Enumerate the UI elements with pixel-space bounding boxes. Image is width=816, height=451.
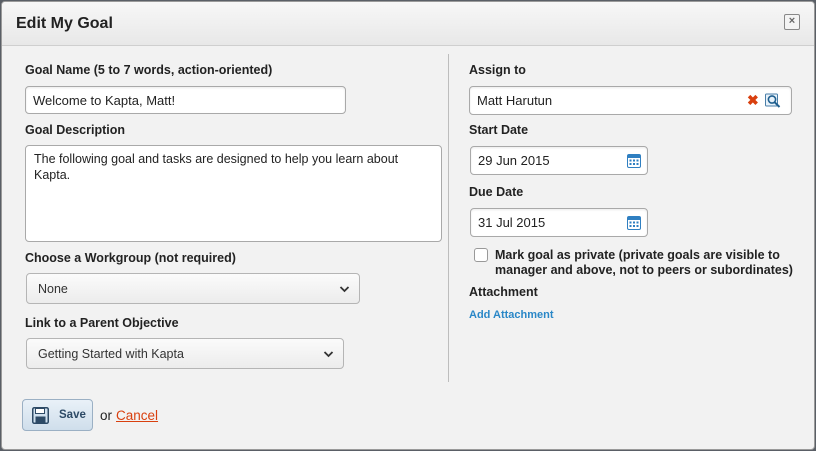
- column-divider: [448, 54, 449, 382]
- start-date-value: 29 Jun 2015: [478, 153, 550, 168]
- workgroup-selected-value: None: [38, 281, 68, 296]
- add-attachment-link[interactable]: Add Attachment: [469, 309, 554, 321]
- due-date-label: Due Date: [469, 185, 524, 199]
- start-date-input[interactable]: 29 Jun 2015: [470, 146, 648, 175]
- due-date-value: 31 Jul 2015: [478, 215, 546, 230]
- edit-goal-dialog: Edit My Goal × Goal Name (5 to 7 words, …: [1, 1, 815, 450]
- lookup-search-icon[interactable]: [765, 93, 782, 109]
- or-text: or: [100, 408, 113, 423]
- attachment-label: Attachment: [469, 285, 538, 299]
- goal-description-label: Goal Description: [25, 123, 126, 137]
- clear-x-icon[interactable]: ✖: [747, 92, 759, 109]
- workgroup-select[interactable]: None: [26, 273, 360, 304]
- close-icon[interactable]: ×: [784, 14, 800, 30]
- start-date-label: Start Date: [469, 123, 529, 137]
- goal-description-value: The following goal and tasks are designe…: [34, 152, 399, 182]
- goal-name-value: Welcome to Kapta, Matt!: [33, 92, 176, 108]
- private-goal-label: Mark goal as private (private goals are …: [495, 248, 793, 277]
- parent-objective-label: Link to a Parent Objective: [25, 316, 179, 330]
- due-date-input[interactable]: 31 Jul 2015: [470, 208, 648, 237]
- cancel-link[interactable]: Cancel: [116, 408, 158, 423]
- workgroup-label: Choose a Workgroup (not required): [25, 251, 236, 265]
- parent-objective-selected-value: Getting Started with Kapta: [38, 346, 184, 361]
- calendar-icon[interactable]: [627, 215, 641, 230]
- private-goal-checkbox[interactable]: [474, 248, 488, 262]
- chevron-down-icon: [323, 350, 334, 357]
- assign-to-input[interactable]: Matt Harutun ✖: [469, 86, 792, 115]
- dialog-titlebar: Edit My Goal ×: [2, 2, 814, 46]
- chevron-down-icon: [339, 285, 350, 292]
- assign-to-value: Matt Harutun: [477, 93, 553, 108]
- parent-objective-select[interactable]: Getting Started with Kapta: [26, 338, 344, 369]
- assign-to-label: Assign to: [469, 63, 526, 77]
- goal-description-textarea[interactable]: The following goal and tasks are designe…: [25, 145, 442, 242]
- goal-name-input[interactable]: Welcome to Kapta, Matt!: [25, 86, 346, 114]
- calendar-icon[interactable]: [627, 153, 641, 168]
- save-button[interactable]: Save: [22, 399, 93, 431]
- floppy-disk-icon: [32, 406, 49, 424]
- goal-name-label: Goal Name (5 to 7 words, action-oriented…: [25, 63, 273, 77]
- dialog-title: Edit My Goal: [16, 15, 113, 32]
- save-button-label: Save: [59, 409, 86, 421]
